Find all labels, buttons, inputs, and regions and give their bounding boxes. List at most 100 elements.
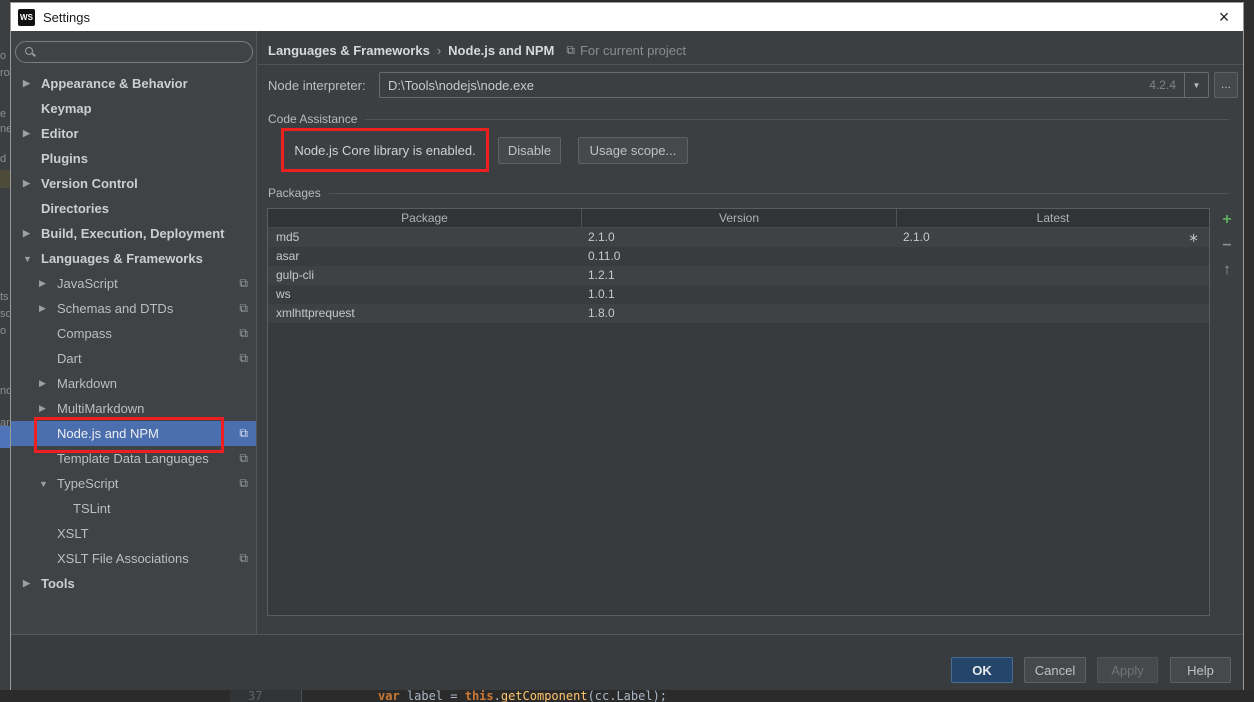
sidebar-item-label: Keymap	[41, 101, 92, 116]
usage-scope-button[interactable]: Usage scope...	[578, 137, 688, 164]
code-token: getComponent	[500, 690, 588, 702]
table-row-md5[interactable]: md5 2.1.0 2.1.0 ∗	[268, 228, 1209, 247]
sidebar-item-version-control[interactable]: ▶ Version Control	[11, 171, 256, 196]
title-bar[interactable]: WS Settings ×	[11, 3, 1243, 31]
sidebar-item-editor[interactable]: ▶ Editor	[11, 121, 256, 146]
sidebar-item-template-data-languages[interactable]: Template Data Languages ⧉	[11, 446, 256, 471]
add-package-icon[interactable]: +	[1212, 210, 1242, 230]
package-name: md5	[276, 230, 300, 244]
sidebar-item-schemas-and-dtds[interactable]: ▶ Schemas and DTDs ⧉	[11, 296, 256, 321]
chevron-right-icon[interactable]: ▶	[23, 228, 41, 239]
table-row-xmlhttprequest[interactable]: xmlhttprequest 1.8.0	[268, 304, 1209, 323]
ok-button[interactable]: OK	[951, 657, 1013, 683]
package-version: 1.2.1	[588, 268, 615, 282]
scope-label: For current project	[579, 43, 687, 58]
sidebar-item-label: JavaScript	[57, 276, 118, 291]
table-row-ws[interactable]: ws 1.0.1	[268, 285, 1209, 304]
packages-toolbar: + − ↑	[1212, 208, 1242, 318]
chevron-down-icon[interactable]: ▼	[39, 479, 57, 489]
chevron-right-icon[interactable]: ▶	[23, 178, 41, 189]
per-project-settings-icon: ⧉	[239, 276, 248, 290]
code-token: this	[464, 690, 494, 702]
chevron-right-icon[interactable]: ▶	[23, 578, 41, 589]
background-selection-olive	[0, 170, 10, 188]
background-text-fragment: d	[0, 153, 7, 165]
sidebar-item-typescript[interactable]: ▼ TypeScript ⧉	[11, 471, 256, 496]
sidebar-item-label: TypeScript	[57, 476, 119, 491]
sidebar-item-label: Build, Execution, Deployment	[41, 226, 225, 241]
sidebar-item-node-js-and-npm[interactable]: Node.js and NPM ⧉	[11, 421, 256, 446]
sidebar-item-tools[interactable]: ▶ Tools	[11, 571, 256, 596]
cancel-button[interactable]: Cancel	[1024, 657, 1086, 683]
chevron-down-icon[interactable]: ▼	[1184, 73, 1208, 97]
sidebar-item-javascript[interactable]: ▶ JavaScript ⧉	[11, 271, 256, 296]
chevron-right-icon[interactable]: ▶	[23, 128, 41, 139]
breadcrumb-section[interactable]: Languages & Frameworks	[268, 43, 430, 58]
column-header-version[interactable]: Version	[582, 209, 897, 227]
column-header-latest[interactable]: Latest	[897, 209, 1209, 227]
sidebar-item-compass[interactable]: Compass ⧉	[11, 321, 256, 346]
help-button[interactable]: Help	[1170, 657, 1231, 683]
code-assistance-section: Code Assistance	[268, 111, 1229, 127]
settings-content-pane: Languages & Frameworks › Node.js and NPM…	[258, 31, 1243, 634]
chevron-right-icon[interactable]: ▶	[23, 78, 41, 89]
sidebar-item-label: Editor	[41, 126, 79, 141]
sidebar-item-plugins[interactable]: Plugins	[11, 146, 256, 171]
node-interpreter-label: Node interpreter:	[268, 78, 366, 93]
code-token: label	[406, 690, 451, 702]
settings-dialog: WS Settings × ▶ Appearance & Behavior Keym…	[10, 2, 1244, 690]
background-text-fragment: so	[0, 308, 10, 320]
table-row-gulp-cli[interactable]: gulp-cli 1.2.1	[268, 266, 1209, 285]
breadcrumb-page: Node.js and NPM	[448, 43, 555, 58]
webstorm-logo-icon: WS	[18, 8, 35, 26]
sidebar-item-markdown[interactable]: ▶ Markdown	[11, 371, 256, 396]
chevron-right-icon[interactable]: ▶	[39, 278, 57, 289]
sidebar-item-keymap[interactable]: Keymap	[11, 96, 256, 121]
background-text-fragment: ne	[0, 123, 10, 135]
packages-table: Package Version Latest md5 2.1.0 2.1.0 ∗ asar 0…	[267, 208, 1210, 616]
upgrade-package-icon[interactable]: ↑	[1212, 260, 1242, 280]
chevron-right-icon[interactable]: ▶	[39, 378, 57, 389]
sidebar-item-label: Template Data Languages	[57, 451, 209, 466]
chevron-right-icon[interactable]: ▶	[39, 403, 57, 414]
package-name: gulp-cli	[276, 268, 315, 282]
search-input[interactable]	[15, 41, 253, 63]
background-text-fragment: no	[0, 385, 10, 397]
chevron-right-icon[interactable]: ▶	[39, 303, 57, 314]
code-token: =	[450, 690, 465, 702]
sidebar-item-appearance-behavior[interactable]: ▶ Appearance & Behavior	[11, 71, 256, 96]
remove-package-icon[interactable]: −	[1212, 236, 1242, 256]
per-project-settings-icon: ⧉	[239, 351, 248, 365]
column-header-package[interactable]: Package	[268, 209, 582, 227]
chevron-down-icon[interactable]: ▼	[23, 254, 41, 264]
sidebar-item-languages-frameworks[interactable]: ▼ Languages & Frameworks	[11, 246, 256, 271]
sidebar-item-label: XSLT	[57, 526, 89, 541]
package-name: asar	[276, 249, 300, 263]
disable-button[interactable]: Disable	[498, 137, 561, 164]
sidebar-item-xslt[interactable]: XSLT	[11, 521, 256, 546]
close-icon[interactable]: ×	[1213, 6, 1235, 28]
table-row-asar[interactable]: asar 0.11.0	[268, 247, 1209, 266]
node-interpreter-combobox[interactable]: D:\Tools\nodejs\node.exe 4.2.4 ▼	[379, 72, 1209, 98]
browse-button[interactable]: ...	[1214, 72, 1238, 98]
sidebar-item-build-execution-deployment[interactable]: ▶ Build, Execution, Deployment	[11, 221, 256, 246]
sidebar-item-label: Version Control	[41, 176, 138, 191]
background-text-fragment: ar	[0, 417, 10, 429]
sidebar-item-xslt-file-associations[interactable]: XSLT File Associations ⧉	[11, 546, 256, 571]
sidebar-item-multimarkdown[interactable]: ▶ MultiMarkdown	[11, 396, 256, 421]
separator-line	[258, 64, 1243, 65]
background-text-fragment: o	[0, 325, 7, 337]
breadcrumb: Languages & Frameworks › Node.js and NPM…	[268, 43, 686, 58]
background-text-fragment: o	[0, 50, 7, 62]
sidebar-item-dart[interactable]: Dart ⧉	[11, 346, 256, 371]
per-project-settings-icon: ⧉	[239, 426, 248, 440]
sidebar-item-tslint[interactable]: TSLint	[11, 496, 256, 521]
editor-line-number: 37	[230, 690, 302, 702]
node-interpreter-value: D:\Tools\nodejs\node.exe	[388, 77, 534, 93]
apply-button[interactable]: Apply	[1097, 657, 1158, 683]
sidebar-item-label: Dart	[57, 351, 82, 366]
code-token: (cc.Label);	[587, 690, 668, 702]
packages-table-header[interactable]: Package Version Latest	[268, 209, 1209, 228]
per-project-settings-icon: ⧉	[239, 551, 248, 565]
sidebar-item-directories[interactable]: Directories	[11, 196, 256, 221]
